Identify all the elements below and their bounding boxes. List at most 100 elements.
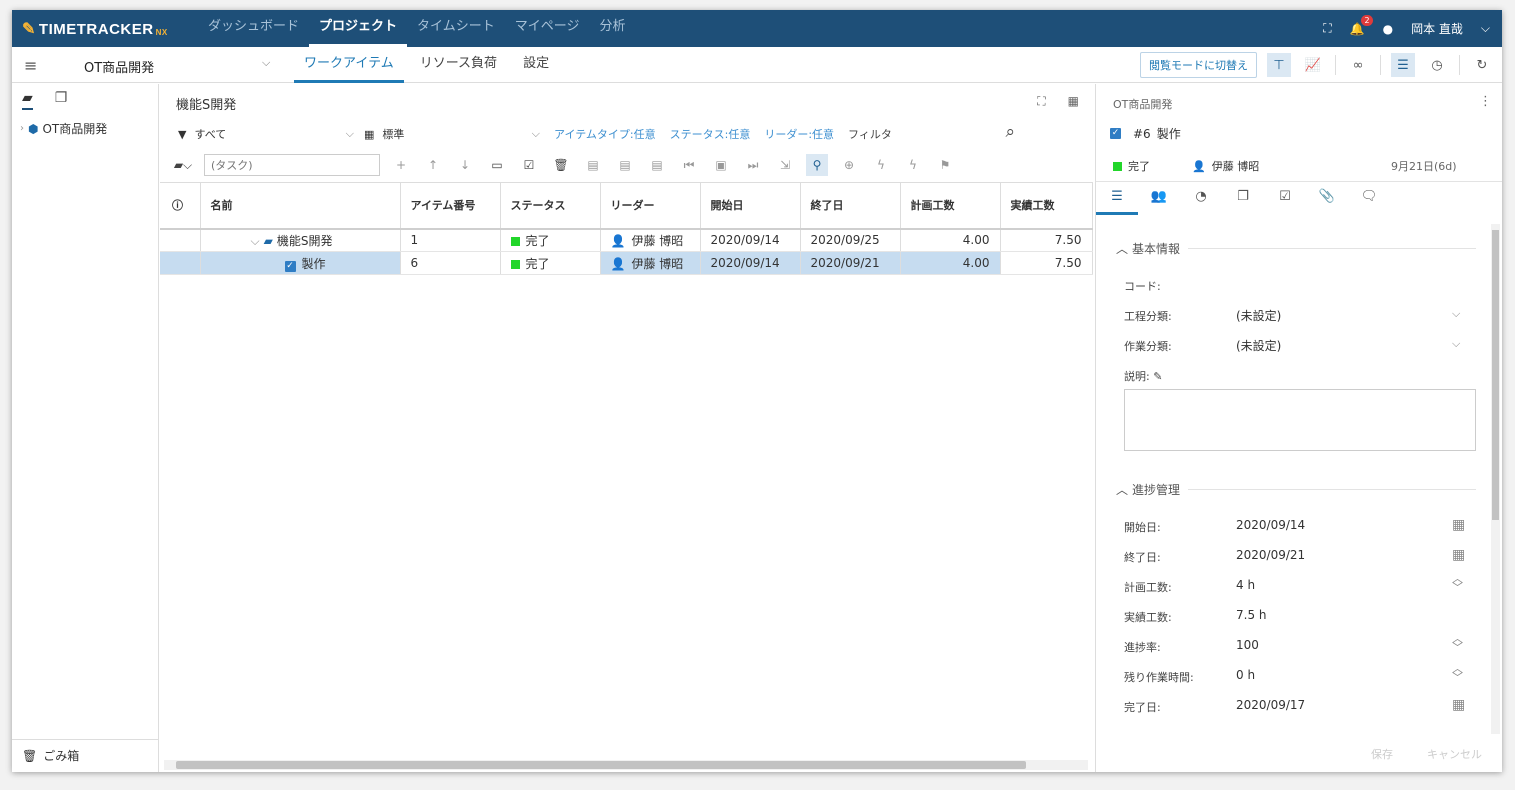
indent-icon[interactable]: ⇲ — [774, 158, 796, 172]
user-name[interactable]: 岡本 直哉 — [1411, 20, 1463, 37]
table-row-selected[interactable]: ✓ 製作 6 完了 👤 伊藤 博昭 2020/09/14 2020/09/21 4.… — [160, 251, 1093, 275]
row-status-cell[interactable]: 完了 — [500, 228, 601, 252]
filter-all-select[interactable]: ▼ すべて ⌵ — [178, 126, 354, 142]
process-select[interactable]: (未設定) — [1236, 307, 1281, 324]
filter-leader[interactable]: リーダー:任意 — [764, 126, 834, 142]
delete-icon[interactable]: 🗑 — [550, 158, 572, 172]
folder-add-icon[interactable]: ▭ — [486, 158, 508, 172]
scrollbar-thumb[interactable] — [1492, 230, 1499, 520]
section-progress[interactable]: ︿ 進捗管理 — [1116, 481, 1476, 498]
calendar-end-icon[interactable]: ▤ — [646, 158, 668, 172]
nav-project[interactable]: プロジェクト — [309, 10, 408, 47]
end-date-field[interactable]: 2020/09/21 — [1236, 548, 1305, 562]
jump-today-icon[interactable]: ▣ — [710, 158, 732, 172]
expand-icon[interactable]: ⛶ — [1037, 94, 1045, 109]
check-item-icon[interactable]: ☑ — [518, 158, 540, 172]
stepper-icon[interactable]: ︿ ﹀ — [1452, 633, 1463, 653]
detail-status[interactable]: 完了 — [1113, 158, 1150, 174]
move-up-icon[interactable]: ↑ — [422, 158, 444, 172]
column-item-no[interactable]: アイテム番号 — [400, 182, 501, 230]
edit-note-icon[interactable]: ✎ — [1153, 370, 1162, 383]
row-start[interactable]: 2020/09/14 — [700, 251, 801, 275]
fullscreen-icon[interactable]: ⛶ — [1323, 21, 1331, 36]
hamburger-menu-icon[interactable]: ≡ — [24, 56, 37, 75]
column-start[interactable]: 開始日 — [700, 182, 801, 230]
calendar-icon[interactable]: ▦ — [1452, 697, 1465, 713]
chart-view-icon[interactable]: 📈 — [1301, 53, 1325, 77]
nav-timesheet[interactable]: タイムシート — [407, 10, 505, 47]
nav-dashboard[interactable]: ダッシュボード — [198, 10, 309, 47]
trash-link[interactable]: 🗑 ごみ箱 — [22, 747, 79, 764]
row-status-cell[interactable]: 完了 — [500, 251, 601, 275]
new-item-input[interactable] — [204, 154, 380, 176]
row-item-no[interactable]: 1 — [400, 228, 501, 252]
tab-resource-load[interactable]: リソース負荷 — [410, 47, 507, 83]
user-menu-chevron-icon[interactable]: ⌵ — [1481, 21, 1490, 36]
section-basic-info[interactable]: ︿ 基本情報 — [1116, 240, 1476, 257]
cancel-button[interactable]: キャンセル — [1427, 746, 1482, 762]
scrollbar-thumb[interactable] — [176, 761, 1026, 769]
project-selector-chevron-icon[interactable]: ⌵ — [262, 56, 270, 70]
chevron-down-icon[interactable]: ⌵ — [1452, 337, 1460, 351]
column-plan[interactable]: 計画工数 — [900, 182, 1001, 230]
pin-icon[interactable]: ⚲ — [806, 154, 828, 176]
bolt-auto-icon[interactable]: ϟ — [902, 158, 924, 172]
folder-tree-icon[interactable]: ▰ — [22, 90, 33, 110]
calendar-panel-icon[interactable]: ▦ — [1068, 94, 1079, 109]
row-plan[interactable]: 4.00 — [900, 228, 1001, 252]
chevron-down-icon[interactable]: ⌵ — [1452, 307, 1460, 321]
filter-button[interactable]: フィルタ — [848, 126, 892, 142]
tab-settings[interactable]: 設定 — [513, 47, 559, 83]
item-type-icon[interactable]: ▰⌵ — [172, 158, 194, 173]
tab-checklist-icon[interactable]: ☑ — [1264, 182, 1306, 215]
horizontal-scrollbar[interactable] — [164, 760, 1088, 770]
work-select[interactable]: (未設定) — [1236, 337, 1281, 354]
info-column-header[interactable]: ⓘ — [160, 182, 201, 230]
row-leader-cell[interactable]: 👤 伊藤 博昭 — [600, 228, 701, 252]
column-leader[interactable]: リーダー — [600, 182, 701, 230]
tab-copy-icon[interactable]: ❐ — [1222, 182, 1264, 215]
glasses-icon[interactable]: ∞ — [1346, 53, 1370, 77]
column-name[interactable]: 名前 — [200, 182, 401, 230]
column-status[interactable]: ステータス — [500, 182, 601, 230]
history-clock-icon[interactable]: ◷ — [1425, 53, 1449, 77]
filter-status[interactable]: ステータス:任意 — [670, 126, 751, 142]
progress-rate-field[interactable]: 100 — [1236, 638, 1259, 652]
hierarchy-view-icon[interactable]: ⊤ — [1267, 53, 1291, 77]
row-item-no[interactable]: 6 — [400, 251, 501, 275]
collapse-icon[interactable]: ⌵ — [251, 234, 260, 248]
start-date-field[interactable]: 2020/09/14 — [1236, 518, 1305, 532]
view-mode-button[interactable]: 閲覧モードに切替え — [1140, 52, 1257, 78]
search-icon[interactable]: ⌕ — [1005, 122, 1015, 142]
detail-leader[interactable]: 👤 伊藤 博昭 — [1192, 158, 1259, 174]
calendar-start-icon[interactable]: ▤ — [582, 158, 604, 172]
row-plan[interactable]: 4.00 — [900, 251, 1001, 275]
filter-item-type[interactable]: アイテムタイプ:任意 — [554, 126, 656, 142]
tab-attachment-icon[interactable]: 📎 — [1306, 182, 1348, 215]
move-down-icon[interactable]: ↓ — [454, 158, 476, 172]
add-icon[interactable]: + — [390, 158, 412, 172]
row-end[interactable]: 2020/09/25 — [800, 228, 901, 252]
column-actual[interactable]: 実績工数 — [1000, 182, 1093, 230]
description-textarea[interactable] — [1124, 389, 1476, 451]
detail-item-name[interactable]: 製作 — [1157, 125, 1181, 142]
detail-breadcrumb[interactable]: OT商品開発 — [1113, 96, 1172, 112]
tree-expand-icon[interactable]: › — [20, 123, 24, 134]
app-logo[interactable]: ✎ TIMETRACKER NX — [22, 19, 168, 39]
tab-work-items[interactable]: ワークアイテム — [294, 47, 404, 83]
view-std-select[interactable]: ▦ 標準 ⌵ — [364, 126, 540, 142]
bolt-icon[interactable]: ϟ — [870, 158, 892, 172]
jump-first-icon[interactable]: ⏮ — [678, 158, 700, 173]
more-menu-icon[interactable]: ⋮ — [1479, 94, 1492, 109]
list-view-icon[interactable]: ☰ — [1391, 53, 1415, 77]
stepper-icon[interactable]: ︿ ﹀ — [1452, 573, 1463, 593]
tab-comments-icon[interactable]: 🗨 — [1348, 182, 1390, 215]
row-end[interactable]: 2020/09/21 — [800, 251, 901, 275]
save-button[interactable]: 保存 — [1371, 746, 1393, 762]
calendar-icon[interactable]: ▦ — [1452, 517, 1465, 533]
tree-node-root[interactable]: › ⬢ OT商品開発 — [20, 120, 107, 137]
stepper-icon[interactable]: ︿ ﹀ — [1452, 663, 1463, 683]
column-end[interactable]: 終了日 — [800, 182, 901, 230]
row-start[interactable]: 2020/09/14 — [700, 228, 801, 252]
calendar-icon[interactable]: ▦ — [1452, 547, 1465, 563]
